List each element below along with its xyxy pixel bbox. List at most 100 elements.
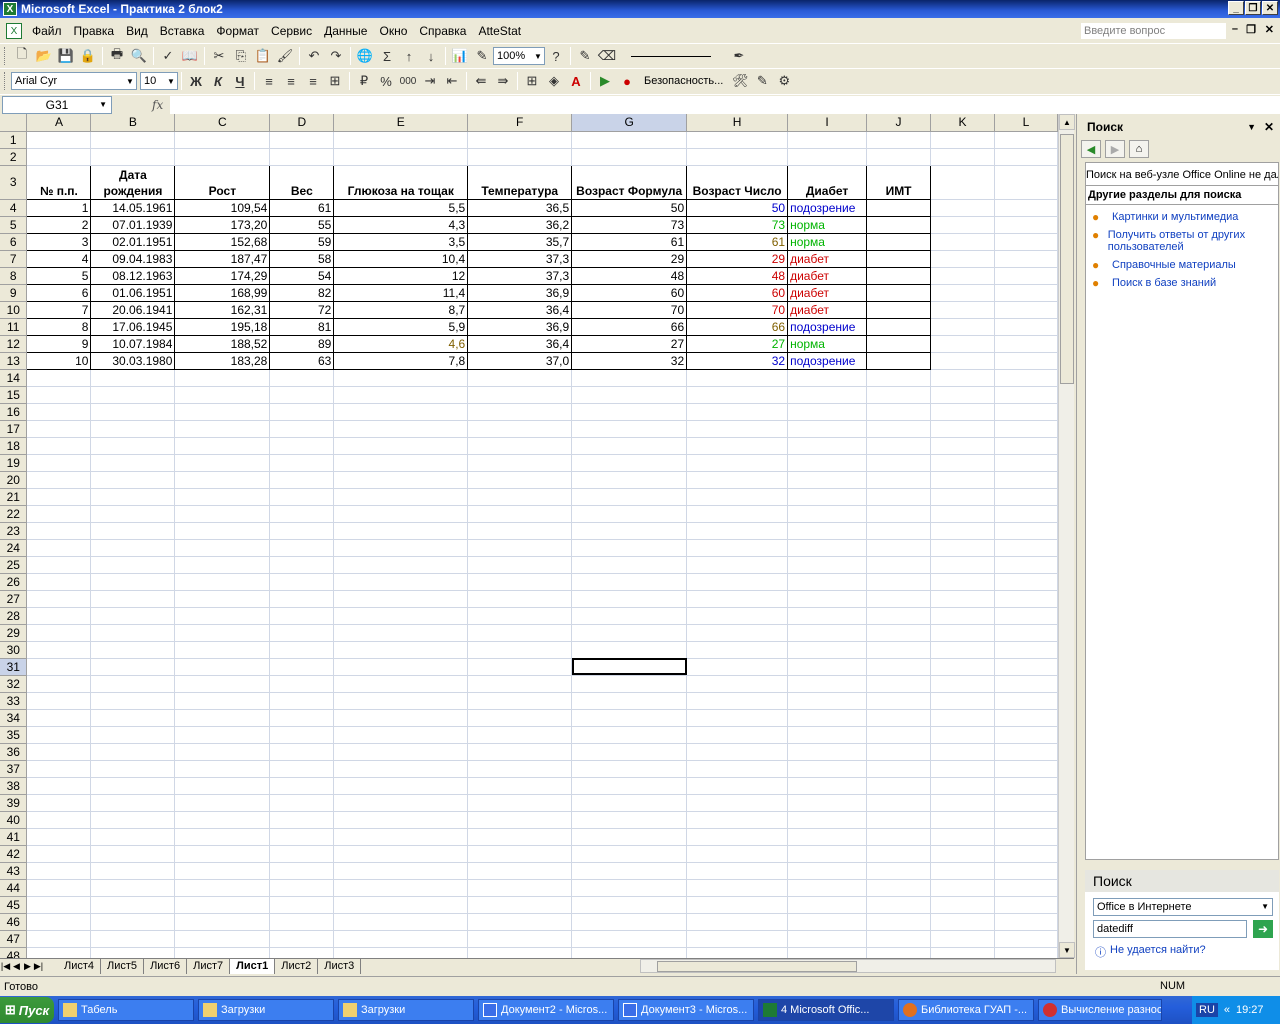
cell[interactable] [467,505,573,523]
cell[interactable] [994,641,1058,659]
cell[interactable] [930,420,995,438]
paste-icon[interactable]: 📋 [252,46,274,66]
cell[interactable] [333,709,469,727]
cell[interactable] [333,573,469,591]
cell[interactable] [269,743,335,761]
cell[interactable] [866,845,932,863]
cell[interactable] [787,590,868,608]
cell[interactable] [174,624,271,642]
cell[interactable] [866,828,932,846]
next-sheet-icon[interactable]: ▶ [22,961,33,972]
link-clipart[interactable]: ● Картинки и мультимедиа [1092,211,1278,223]
cell[interactable] [26,743,92,761]
table-header-cell[interactable]: Температура [467,164,573,200]
undo-icon[interactable]: ↶ [303,46,325,66]
row-header[interactable]: 9 [0,284,28,302]
cell[interactable] [930,505,995,523]
cell[interactable] [686,675,789,693]
row-header[interactable]: 36 [0,743,28,761]
cell[interactable] [333,692,469,710]
cell[interactable] [994,454,1058,472]
cell[interactable] [571,794,688,812]
cell[interactable] [269,539,335,557]
cell[interactable] [571,709,688,727]
formula-input[interactable] [170,96,1280,114]
row-header[interactable]: 39 [0,794,28,812]
cell[interactable] [90,148,176,166]
align-center-icon[interactable]: ≡ [280,71,302,91]
cell[interactable] [994,233,1058,251]
cell[interactable] [686,879,789,897]
cell[interactable] [866,148,932,166]
cell[interactable] [787,675,868,693]
cell[interactable] [994,199,1058,217]
cell[interactable] [90,828,176,846]
cell[interactable] [686,148,789,166]
cell[interactable] [90,573,176,591]
cell[interactable] [174,658,271,676]
cell[interactable] [333,369,469,387]
cell[interactable] [571,386,688,404]
language-indicator[interactable]: RU [1196,1003,1218,1017]
cell[interactable] [333,862,469,880]
cell[interactable] [930,539,995,557]
cell-d[interactable]: 82 [269,283,335,302]
cell-g[interactable]: 60 [571,283,688,302]
autosum-icon[interactable]: Σ [376,46,398,66]
cell[interactable] [90,471,176,489]
cell[interactable] [787,369,868,387]
cell[interactable] [866,522,932,540]
cell-b[interactable]: 17.06.1945 [90,317,176,336]
cell[interactable] [787,539,868,557]
row-header[interactable]: 27 [0,590,28,608]
cell[interactable] [333,522,469,540]
cell[interactable] [994,403,1058,421]
cell[interactable] [90,675,176,693]
cell[interactable] [269,590,335,608]
row-header[interactable]: 19 [0,454,28,472]
cell[interactable] [90,454,176,472]
cell[interactable] [994,148,1058,166]
cell-c[interactable]: 174,29 [174,266,271,285]
cell-a[interactable]: 3 [26,232,92,251]
cell-f[interactable]: 37,0 [467,351,573,370]
cell-e[interactable]: 4,6 [333,334,469,353]
bold-button[interactable]: Ж [185,71,207,91]
cell[interactable] [467,573,573,591]
cell[interactable] [930,216,995,234]
cell-d[interactable]: 55 [269,215,335,234]
column-header[interactable]: I [787,114,868,132]
cell[interactable] [866,420,932,438]
cell-j[interactable] [866,266,932,285]
back-icon[interactable]: ◀ [1081,140,1101,158]
cell[interactable] [787,454,868,472]
cell-a[interactable]: 6 [26,283,92,302]
cell-i[interactable]: диабет [787,283,868,302]
cell[interactable] [26,471,92,489]
column-header[interactable]: F [467,114,573,132]
cell-g[interactable]: 70 [571,300,688,319]
menu-edit[interactable]: Правка [68,24,121,38]
cell[interactable] [269,437,335,455]
cell[interactable] [467,777,573,795]
cell[interactable] [333,131,469,149]
cell[interactable] [467,641,573,659]
cell[interactable] [787,471,868,489]
cell[interactable] [866,692,932,710]
cell[interactable] [269,879,335,897]
cell-g[interactable]: 61 [571,232,688,251]
cut-icon[interactable]: ✂ [208,46,230,66]
cell[interactable] [930,947,995,958]
cell[interactable] [571,913,688,931]
cell[interactable] [866,913,932,931]
cell[interactable] [994,556,1058,574]
cell[interactable] [26,896,92,914]
cell[interactable] [90,505,176,523]
cell[interactable] [930,386,995,404]
cell[interactable] [174,148,271,166]
cell[interactable] [571,692,688,710]
italic-button[interactable]: К [207,71,229,91]
cell[interactable] [333,675,469,693]
cell[interactable] [174,794,271,812]
column-header[interactable]: E [333,114,469,132]
